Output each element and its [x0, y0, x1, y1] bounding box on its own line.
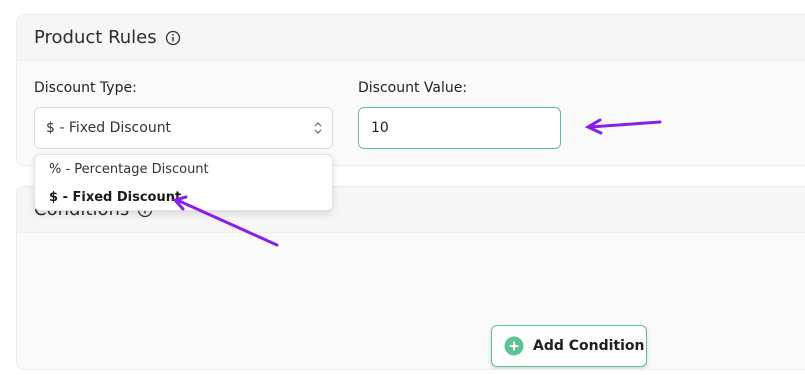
discount-type-select[interactable]: $ - Fixed Discount [34, 107, 333, 149]
plus-circle-icon [504, 336, 524, 356]
add-condition-label: Add Condition [533, 338, 645, 354]
discount-type-label: Discount Type: [34, 80, 137, 96]
conditions-body: Add Condition [17, 233, 805, 369]
discount-type-dropdown: % - Percentage Discount $ - Fixed Discou… [34, 154, 333, 211]
product-rules-title: Product Rules [34, 27, 157, 48]
dropdown-option-percentage[interactable]: % - Percentage Discount [49, 162, 209, 177]
page: Product Rules Discount Type: $ - Fixed D… [0, 0, 805, 375]
product-rules-header: Product Rules [17, 15, 805, 61]
info-icon[interactable] [165, 30, 181, 46]
product-rules-card: Product Rules Discount Type: $ - Fixed D… [16, 14, 805, 166]
add-condition-button[interactable]: Add Condition [491, 325, 647, 367]
discount-value-input[interactable] [358, 107, 561, 149]
chevron-up-down-icon [312, 120, 324, 140]
product-rules-body: Discount Type: $ - Fixed Discount Discou… [17, 61, 805, 165]
conditions-card: Conditions Add Condition [16, 186, 805, 370]
discount-type-selected-value: $ - Fixed Discount [46, 120, 172, 136]
dropdown-option-fixed[interactable]: $ - Fixed Discount [49, 190, 181, 205]
discount-value-label: Discount Value: [358, 80, 468, 96]
